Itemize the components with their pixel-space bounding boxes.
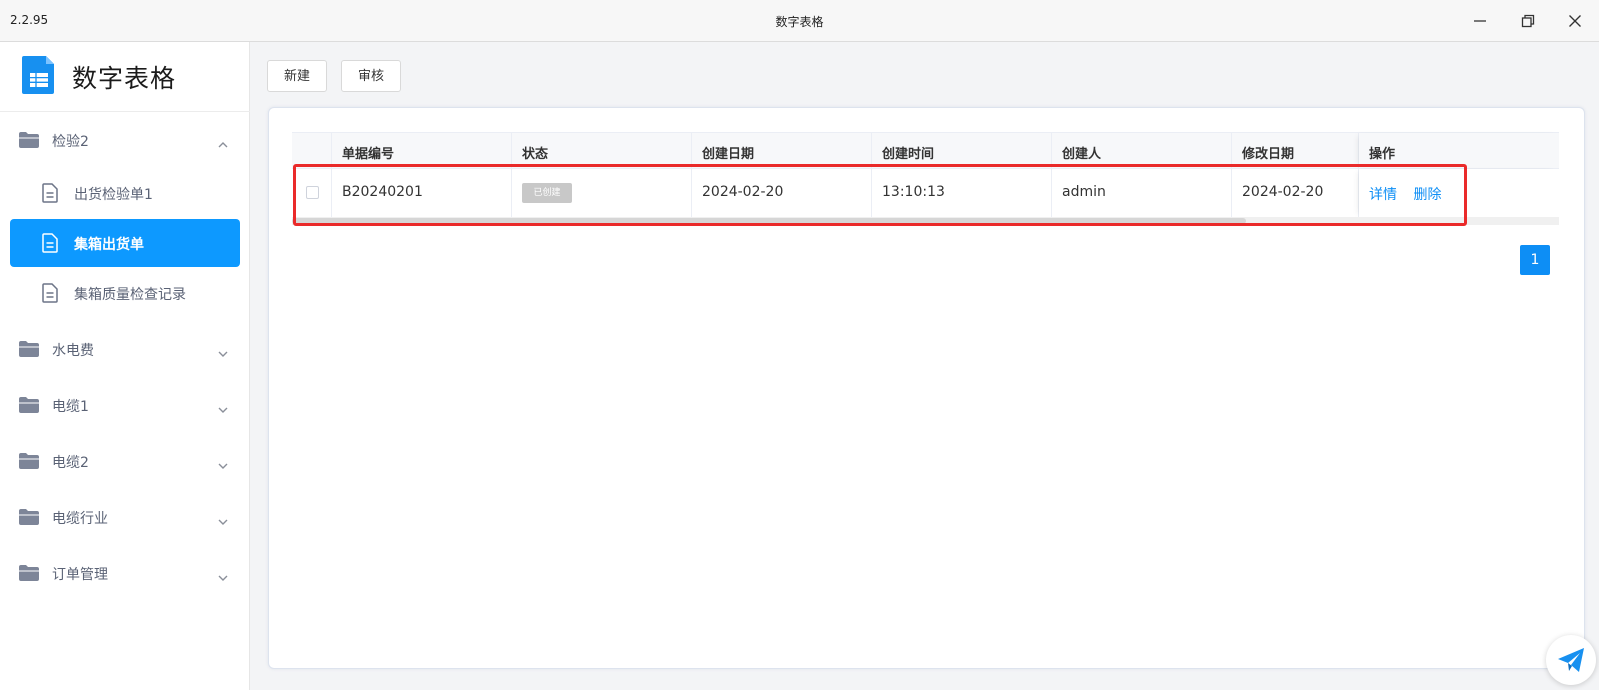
column-header: 创建时间 [872,133,1052,168]
app-version: 2.2.95 [10,13,49,27]
cell-actions: 详情 删除 [1359,169,1559,217]
table-header: 单据编号 状态 创建日期 创建时间 创建人 修改日期 操作 [292,132,1559,169]
chevron-down-icon [217,512,229,525]
delete-link[interactable]: 删除 [1413,187,1441,203]
cell-creator: admin [1052,169,1232,217]
page-button-current[interactable]: 1 [1520,245,1550,275]
folder-icon [19,132,39,148]
sidebar-group-shuidianfei[interactable]: 水电费 [0,329,250,369]
sidebar: 数字表格 检验2 出货检验单1 集箱出货单 集箱质量检查记录 水电费 电缆1 电… [0,42,250,690]
cell-modified-date: 2024-02-20 [1232,169,1359,217]
cell-status: 已创建 [512,169,692,217]
column-header: 单据编号 [332,133,512,168]
chevron-down-icon [217,568,229,581]
sidebar-item-label: 出货检验单1 [74,187,153,203]
cell-created-date: 2024-02-20 [692,169,872,217]
restore-icon [1521,14,1535,28]
sidebar-group-label: 检验2 [52,134,89,150]
sidebar-group-label: 电缆行业 [52,511,108,527]
folder-icon [19,565,39,581]
detail-link[interactable]: 详情 [1369,187,1397,203]
title-bar: 2.2.95 数字表格 [0,0,1599,42]
sidebar-group-dianlan2[interactable]: 电缆2 [0,441,250,481]
audit-button[interactable]: 审核 [341,60,401,92]
sidebar-group-dingdan-guanli[interactable]: 订单管理 [0,553,250,593]
app-logo: 数字表格 [0,42,250,112]
column-header: 修改日期 [1232,133,1359,168]
new-button[interactable]: 新建 [267,60,327,92]
sidebar-group-label: 电缆1 [52,399,89,415]
spreadsheet-logo-icon [22,56,54,94]
sidebar-group-jianyan2[interactable]: 检验2 [0,120,250,160]
paper-plane-icon [1558,648,1584,672]
status-badge: 已创建 [522,183,572,203]
horizontal-scrollbar[interactable] [292,217,1559,225]
folder-icon [19,397,39,413]
folder-icon [19,453,39,469]
scrollbar-thumb[interactable] [292,218,1246,224]
document-icon [42,283,58,303]
chevron-down-icon [217,344,229,357]
row-checkbox[interactable] [306,186,319,199]
restore-button[interactable] [1514,9,1542,33]
sidebar-item-jixiang-zhiliang[interactable]: 集箱质量检查记录 [10,269,240,317]
sidebar-group-label: 订单管理 [52,567,108,583]
sidebar-item-label: 集箱出货单 [74,237,144,253]
sidebar-item-jixiang-chuhuo[interactable]: 集箱出货单 [10,219,240,267]
sidebar-group-label: 水电费 [52,343,94,359]
minimize-icon [1474,20,1486,22]
column-header: 状态 [512,133,692,168]
sidebar-group-dianlan-hangye[interactable]: 电缆行业 [0,497,250,537]
folder-icon [19,341,39,357]
chevron-down-icon [217,400,229,413]
sidebar-item-chuhuo-jianyan[interactable]: 出货检验单1 [10,169,240,217]
cell-created-time: 13:10:13 [872,169,1052,217]
column-header: 操作 [1359,133,1559,168]
row-select-cell [292,169,332,217]
close-icon [1569,15,1581,27]
sidebar-group-dianlan1[interactable]: 电缆1 [0,385,250,425]
window-title: 数字表格 [775,15,824,29]
close-button[interactable] [1561,9,1589,33]
chevron-up-icon [217,135,229,148]
sidebar-item-label: 集箱质量检查记录 [74,287,186,303]
folder-icon [19,509,39,525]
header-select-cell [292,133,332,168]
minimize-button[interactable] [1466,9,1494,33]
app-name: 数字表格 [72,64,177,93]
chevron-down-icon [217,456,229,469]
sidebar-group-label: 电缆2 [52,455,89,471]
document-icon [42,183,58,203]
table-row[interactable]: B20240201 已创建 2024-02-20 13:10:13 admin … [292,169,1559,217]
column-header: 创建日期 [692,133,872,168]
document-icon [42,233,58,253]
column-header: 创建人 [1052,133,1232,168]
cell-doc-no: B20240201 [332,169,512,217]
send-fab-button[interactable] [1546,635,1596,685]
